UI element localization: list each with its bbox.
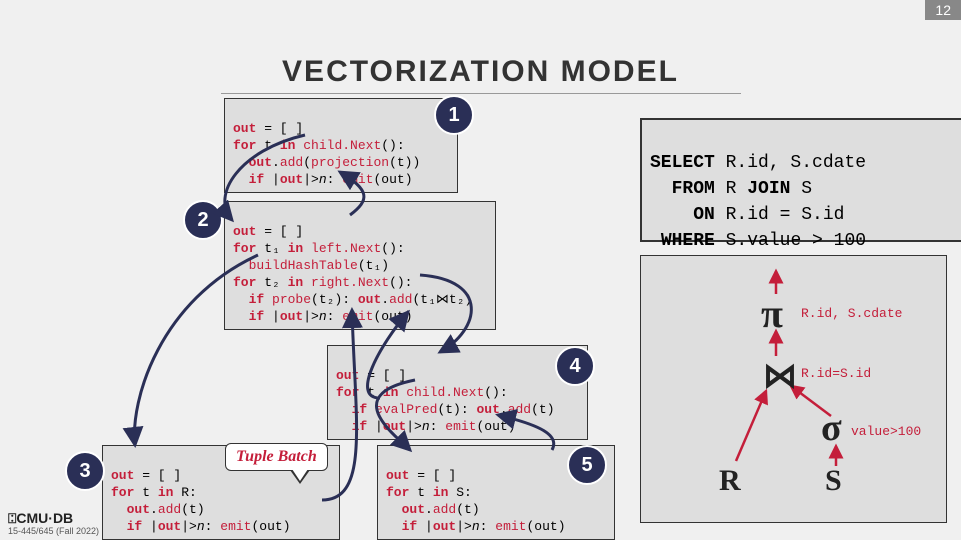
op-join: ⋈ xyxy=(763,356,797,396)
page-title: VECTORIZATION MODEL xyxy=(0,55,961,94)
op-project-label: R.id, S.cdate xyxy=(801,306,902,321)
codebox-1: out = [ ] for t in child.Next(): out.add… xyxy=(224,98,458,193)
rel-R: R xyxy=(719,464,741,498)
op-select: σ xyxy=(821,406,842,450)
slide-number: 12 xyxy=(925,0,961,20)
badge-3: 3 xyxy=(65,451,105,491)
op-select-label: value>100 xyxy=(851,424,921,439)
speech-tail xyxy=(290,470,310,484)
op-project: π xyxy=(761,290,783,337)
badge-5: 5 xyxy=(567,445,607,485)
query-tree: π R.id, S.cdate ⋈ R.id=S.id σ value>100 … xyxy=(640,255,947,523)
codebox-2: out = [ ] for t₁ in left.Next(): buildHa… xyxy=(224,201,496,330)
logo: ⍠CMU·DB xyxy=(8,512,73,524)
badge-4: 4 xyxy=(555,346,595,386)
sql-box: SELECT R.id, S.cdate FROM R JOIN S ON R.… xyxy=(640,118,961,242)
badge-2: 2 xyxy=(183,200,223,240)
codebox-4: out = [ ] for t in child.Next(): if eval… xyxy=(327,345,588,440)
rel-S: S xyxy=(825,464,842,498)
op-join-label: R.id=S.id xyxy=(801,366,871,381)
badge-1: 1 xyxy=(434,95,474,135)
speech-tuple-batch: Tuple Batch xyxy=(225,443,328,471)
footer: 15-445/645 (Fall 2022) xyxy=(8,526,99,536)
